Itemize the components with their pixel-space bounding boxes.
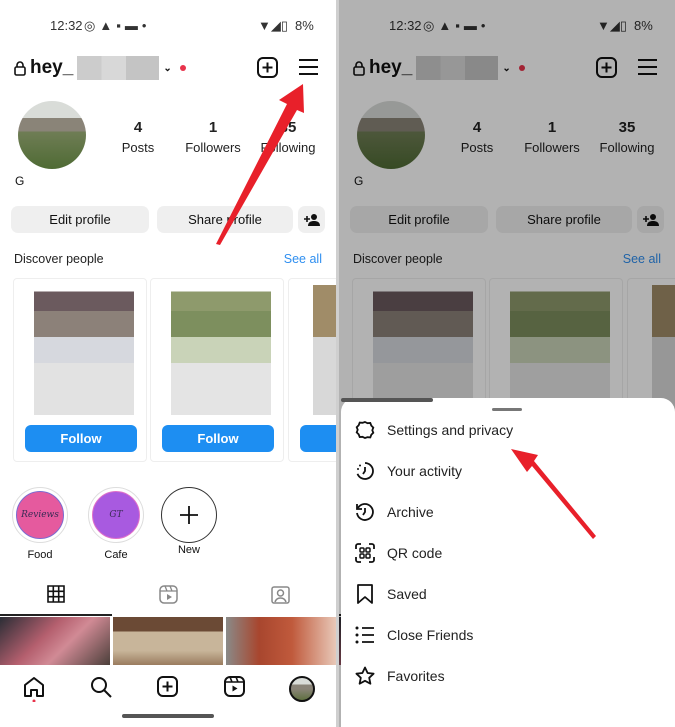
create-post-icon[interactable]: [257, 57, 278, 78]
archive-icon: [356, 503, 374, 521]
suggested-user-photo-redacted: [171, 285, 271, 415]
edit-profile-button[interactable]: Edit profile: [11, 206, 149, 233]
post-thumbnail[interactable]: [113, 617, 223, 665]
qr-code-icon: [355, 543, 375, 563]
suggestion-card[interactable]: [288, 278, 336, 462]
followers-label: Followers: [185, 140, 241, 155]
follow-button[interactable]: [300, 425, 336, 452]
share-profile-button[interactable]: Share profile: [157, 206, 293, 233]
notification-icons: ◎▲▪▬•: [84, 18, 151, 33]
posts-label: Posts: [121, 140, 155, 155]
lock-icon: [14, 60, 26, 76]
following-label: Following: [260, 140, 316, 155]
display-name: G: [15, 174, 25, 188]
battery-level: 8%: [295, 18, 314, 33]
star-icon: [355, 666, 375, 685]
post-thumbnail[interactable]: [0, 617, 110, 665]
reels-icon: [224, 676, 245, 697]
notification-dot: [179, 65, 186, 71]
close-friends-icon: [355, 626, 374, 644]
bookmark-icon: [357, 584, 373, 604]
add-person-icon: [303, 214, 320, 226]
follow-button[interactable]: Follow: [25, 425, 137, 452]
chevron-down-icon: ⌄: [163, 62, 172, 74]
menu-item-label: Saved: [387, 586, 427, 602]
follow-button[interactable]: Follow: [162, 425, 274, 452]
post-thumbnail[interactable]: [226, 617, 336, 665]
suggestion-card[interactable]: Follow: [13, 278, 147, 462]
username: hey_: [30, 57, 74, 78]
highlight-cover: Reviews: [16, 491, 64, 539]
followers-count: 1: [208, 119, 218, 136]
nav-home[interactable]: [0, 676, 67, 702]
menu-bottom-sheet: Settings and privacy Your activity Archive…: [341, 398, 675, 727]
suggestion-card[interactable]: Follow: [150, 278, 284, 462]
profile-avatar[interactable]: [18, 101, 86, 169]
posts-count: 4: [133, 119, 143, 136]
profile-screen: 12:32 ◎▲▪▬• ▼◢▯ 8% hey_ ⌄ 4 Posts 1 Follow…: [0, 0, 336, 727]
highlight-label: Cafe: [104, 549, 128, 561]
menu-item-label: Settings and privacy: [387, 422, 514, 438]
gesture-bar: [341, 398, 433, 402]
highlight-label: Food: [27, 549, 53, 561]
menu-item-label: Archive: [387, 504, 434, 520]
grid-icon: [47, 585, 65, 603]
nav-reels[interactable]: [201, 676, 268, 697]
highlight-food[interactable]: Reviews: [12, 487, 68, 543]
plus-icon: [180, 506, 198, 524]
menu-item-qr-code[interactable]: QR code: [355, 543, 442, 563]
tab-grid[interactable]: [0, 585, 112, 603]
discover-people-button[interactable]: [298, 206, 325, 233]
suggested-user-photo-redacted: [313, 285, 336, 415]
nav-profile[interactable]: [268, 676, 335, 702]
posts-stat[interactable]: 4 Posts: [98, 119, 178, 155]
menu-item-saved[interactable]: Saved: [355, 584, 427, 604]
activity-icon: [356, 462, 374, 480]
create-icon: [157, 676, 178, 697]
menu-item-archive[interactable]: Archive: [355, 502, 434, 522]
see-all-link[interactable]: See all: [284, 252, 322, 266]
hamburger-menu-icon[interactable]: [298, 58, 319, 76]
menu-item-your-activity[interactable]: Your activity: [355, 461, 462, 481]
menu-item-close-friends[interactable]: Close Friends: [355, 625, 473, 645]
drag-handle[interactable]: [492, 408, 522, 411]
following-count: 35: [279, 119, 297, 136]
signal-icons: ▼◢▯: [258, 18, 289, 33]
highlight-cover: GT: [92, 491, 140, 539]
status-time: 12:32: [50, 18, 83, 33]
highlight-label: New: [177, 544, 200, 556]
highlight-cafe[interactable]: GT: [88, 487, 144, 543]
followers-stat[interactable]: 1 Followers: [173, 119, 253, 155]
new-highlight-button[interactable]: [161, 487, 217, 543]
menu-item-settings-and-privacy[interactable]: Settings and privacy: [355, 420, 513, 440]
tab-reels[interactable]: [112, 585, 224, 604]
home-icon: [23, 677, 44, 702]
suggested-user-photo-redacted: [34, 285, 134, 415]
tab-tagged[interactable]: [224, 585, 336, 604]
search-icon: [90, 677, 112, 698]
discover-people-title: Discover people: [14, 252, 104, 266]
active-tab-indicator: [0, 614, 112, 616]
profile-avatar-small: [288, 676, 315, 702]
menu-item-label: Favorites: [387, 668, 445, 684]
reels-icon: [158, 585, 178, 604]
tagged-icon: [270, 586, 290, 604]
menu-item-label: Your activity: [387, 463, 462, 479]
gesture-bar: [122, 714, 214, 718]
gear-icon: [355, 421, 375, 439]
following-stat[interactable]: 35 Following: [248, 119, 328, 155]
menu-item-label: QR code: [387, 545, 443, 561]
account-switcher[interactable]: hey_ ⌄: [14, 56, 186, 80]
menu-item-label: Close Friends: [387, 627, 474, 643]
username-redacted: [77, 56, 160, 80]
nav-search[interactable]: [67, 676, 134, 698]
profile-screen-with-menu: 12:32 ◎▲▪▬• ▼◢▯ 8% hey_ ⌄ 4 Posts 1 Follow…: [339, 0, 675, 727]
nav-create[interactable]: [134, 676, 201, 697]
menu-item-favorites[interactable]: Favorites: [355, 666, 445, 686]
